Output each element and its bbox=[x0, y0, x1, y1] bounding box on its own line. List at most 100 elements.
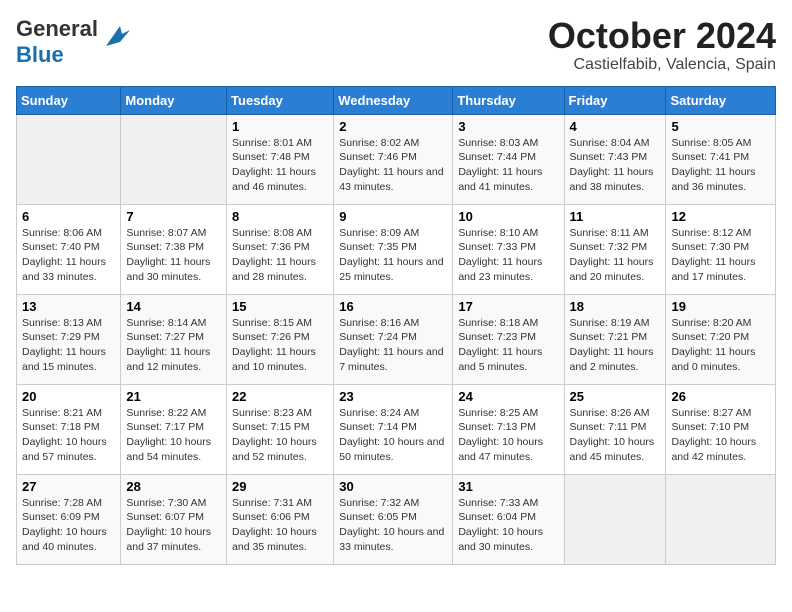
calendar-day-cell: 16Sunrise: 8:16 AM Sunset: 7:24 PM Dayli… bbox=[334, 294, 453, 384]
day-info: Sunrise: 7:33 AM Sunset: 6:04 PM Dayligh… bbox=[458, 496, 558, 555]
day-info: Sunrise: 7:32 AM Sunset: 6:05 PM Dayligh… bbox=[339, 496, 447, 555]
day-info: Sunrise: 8:10 AM Sunset: 7:33 PM Dayligh… bbox=[458, 226, 558, 285]
day-number: 6 bbox=[22, 209, 115, 224]
day-number: 13 bbox=[22, 299, 115, 314]
calendar-day-cell: 18Sunrise: 8:19 AM Sunset: 7:21 PM Dayli… bbox=[564, 294, 666, 384]
day-number: 5 bbox=[671, 119, 770, 134]
calendar-week-row: 1 Sunrise: 8:01 AM Sunset: 7:48 PM Daylig… bbox=[17, 114, 776, 204]
calendar-week-row: 20 Sunrise: 8:21 AM Sunset: 7:18 PM Dayli… bbox=[17, 384, 776, 474]
day-info: Sunrise: 8:09 AM Sunset: 7:35 PM Dayligh… bbox=[339, 226, 447, 285]
day-number: 14 bbox=[126, 299, 221, 314]
day-number: 23 bbox=[339, 389, 447, 404]
day-info: Sunrise: 8:06 AM Sunset: 7:40 PM Dayligh… bbox=[22, 226, 115, 285]
title-block: October 2024 Castielfabib, Valencia, Spa… bbox=[548, 16, 776, 74]
calendar-week-row: 13 Sunrise: 8:13 AM Sunset: 7:29 PM Dayli… bbox=[17, 294, 776, 384]
calendar-day-cell bbox=[666, 474, 776, 564]
calendar-weekday-friday: Friday bbox=[564, 86, 666, 114]
calendar-day-cell: 11 Sunrise: 8:11 AM Sunset: 7:32 PM Dayli… bbox=[564, 204, 666, 294]
day-info: Sunrise: 8:22 AM Sunset: 7:17 PM Dayligh… bbox=[126, 406, 221, 465]
calendar-day-cell: 15Sunrise: 8:15 AM Sunset: 7:26 PM Dayli… bbox=[227, 294, 334, 384]
calendar-day-cell: 9Sunrise: 8:09 AM Sunset: 7:35 PM Daylig… bbox=[334, 204, 453, 294]
day-info: Sunrise: 7:28 AM Sunset: 6:09 PM Dayligh… bbox=[22, 496, 115, 555]
calendar-day-cell: 21Sunrise: 8:22 AM Sunset: 7:17 PM Dayli… bbox=[121, 384, 227, 474]
day-number: 31 bbox=[458, 479, 558, 494]
day-number: 3 bbox=[458, 119, 558, 134]
day-info: Sunrise: 7:30 AM Sunset: 6:07 PM Dayligh… bbox=[126, 496, 221, 555]
calendar-day-cell: 28 Sunrise: 7:30 AM Sunset: 6:07 PM Dayli… bbox=[121, 474, 227, 564]
day-number: 1 bbox=[232, 119, 328, 134]
logo-bird-icon bbox=[100, 22, 130, 52]
calendar-weekday-wednesday: Wednesday bbox=[334, 86, 453, 114]
calendar-weekday-monday: Monday bbox=[121, 86, 227, 114]
day-number: 11 bbox=[570, 209, 661, 224]
calendar-day-cell: 29Sunrise: 7:31 AM Sunset: 6:06 PM Dayli… bbox=[227, 474, 334, 564]
day-number: 16 bbox=[339, 299, 447, 314]
calendar-day-cell: 13 Sunrise: 8:13 AM Sunset: 7:29 PM Dayli… bbox=[17, 294, 121, 384]
calendar-week-row: 27 Sunrise: 7:28 AM Sunset: 6:09 PM Dayli… bbox=[17, 474, 776, 564]
day-info: Sunrise: 8:20 AM Sunset: 7:20 PM Dayligh… bbox=[671, 316, 770, 375]
day-info: Sunrise: 8:12 AM Sunset: 7:30 PM Dayligh… bbox=[671, 226, 770, 285]
calendar-day-cell: 27 Sunrise: 7:28 AM Sunset: 6:09 PM Dayli… bbox=[17, 474, 121, 564]
calendar-day-cell: 5 Sunrise: 8:05 AM Sunset: 7:41 PM Daylig… bbox=[666, 114, 776, 204]
calendar-day-cell: 6 Sunrise: 8:06 AM Sunset: 7:40 PM Daylig… bbox=[17, 204, 121, 294]
calendar-day-cell bbox=[121, 114, 227, 204]
day-info: Sunrise: 8:19 AM Sunset: 7:21 PM Dayligh… bbox=[570, 316, 661, 375]
calendar-day-cell: 19 Sunrise: 8:20 AM Sunset: 7:20 PM Dayli… bbox=[666, 294, 776, 384]
day-info: Sunrise: 8:07 AM Sunset: 7:38 PM Dayligh… bbox=[126, 226, 221, 285]
calendar-weekday-saturday: Saturday bbox=[666, 86, 776, 114]
day-info: Sunrise: 8:13 AM Sunset: 7:29 PM Dayligh… bbox=[22, 316, 115, 375]
day-info: Sunrise: 8:05 AM Sunset: 7:41 PM Dayligh… bbox=[671, 136, 770, 195]
day-number: 7 bbox=[126, 209, 221, 224]
day-number: 22 bbox=[232, 389, 328, 404]
day-number: 20 bbox=[22, 389, 115, 404]
day-info: Sunrise: 8:23 AM Sunset: 7:15 PM Dayligh… bbox=[232, 406, 328, 465]
day-number: 28 bbox=[126, 479, 221, 494]
day-info: Sunrise: 8:26 AM Sunset: 7:11 PM Dayligh… bbox=[570, 406, 661, 465]
day-number: 2 bbox=[339, 119, 447, 134]
calendar-weekday-sunday: Sunday bbox=[17, 86, 121, 114]
page-title: October 2024 bbox=[548, 16, 776, 56]
day-number: 8 bbox=[232, 209, 328, 224]
calendar-day-cell: 20 Sunrise: 8:21 AM Sunset: 7:18 PM Dayli… bbox=[17, 384, 121, 474]
day-number: 10 bbox=[458, 209, 558, 224]
day-number: 27 bbox=[22, 479, 115, 494]
calendar-weekday-tuesday: Tuesday bbox=[227, 86, 334, 114]
calendar-day-cell: 25 Sunrise: 8:26 AM Sunset: 7:11 PM Dayli… bbox=[564, 384, 666, 474]
calendar-day-cell: 31 Sunrise: 7:33 AM Sunset: 6:04 PM Dayli… bbox=[453, 474, 564, 564]
calendar-header: SundayMondayTuesdayWednesdayThursdayFrid… bbox=[17, 86, 776, 114]
day-info: Sunrise: 8:14 AM Sunset: 7:27 PM Dayligh… bbox=[126, 316, 221, 375]
calendar-day-cell: 12 Sunrise: 8:12 AM Sunset: 7:30 PM Dayli… bbox=[666, 204, 776, 294]
calendar-day-cell: 17 Sunrise: 8:18 AM Sunset: 7:23 PM Dayli… bbox=[453, 294, 564, 384]
calendar-body: 1 Sunrise: 8:01 AM Sunset: 7:48 PM Daylig… bbox=[17, 114, 776, 564]
day-number: 30 bbox=[339, 479, 447, 494]
page-subtitle: Castielfabib, Valencia, Spain bbox=[548, 56, 776, 74]
calendar-day-cell: 23 Sunrise: 8:24 AM Sunset: 7:14 PM Dayli… bbox=[334, 384, 453, 474]
logo: General Blue bbox=[16, 16, 130, 68]
calendar-day-cell: 7 Sunrise: 8:07 AM Sunset: 7:38 PM Daylig… bbox=[121, 204, 227, 294]
day-info: Sunrise: 8:25 AM Sunset: 7:13 PM Dayligh… bbox=[458, 406, 558, 465]
day-info: Sunrise: 8:01 AM Sunset: 7:48 PM Dayligh… bbox=[232, 136, 328, 195]
day-number: 4 bbox=[570, 119, 661, 134]
day-number: 12 bbox=[671, 209, 770, 224]
day-number: 19 bbox=[671, 299, 770, 314]
calendar-day-cell: 8 Sunrise: 8:08 AM Sunset: 7:36 PM Daylig… bbox=[227, 204, 334, 294]
day-number: 15 bbox=[232, 299, 328, 314]
day-info: Sunrise: 8:11 AM Sunset: 7:32 PM Dayligh… bbox=[570, 226, 661, 285]
calendar-day-cell: 2 Sunrise: 8:02 AM Sunset: 7:46 PM Daylig… bbox=[334, 114, 453, 204]
day-number: 17 bbox=[458, 299, 558, 314]
calendar-day-cell: 24Sunrise: 8:25 AM Sunset: 7:13 PM Dayli… bbox=[453, 384, 564, 474]
day-info: Sunrise: 8:18 AM Sunset: 7:23 PM Dayligh… bbox=[458, 316, 558, 375]
day-info: Sunrise: 8:21 AM Sunset: 7:18 PM Dayligh… bbox=[22, 406, 115, 465]
day-number: 26 bbox=[671, 389, 770, 404]
calendar-table: SundayMondayTuesdayWednesdayThursdayFrid… bbox=[16, 86, 776, 565]
day-info: Sunrise: 8:03 AM Sunset: 7:44 PM Dayligh… bbox=[458, 136, 558, 195]
calendar-header-row: SundayMondayTuesdayWednesdayThursdayFrid… bbox=[17, 86, 776, 114]
calendar-day-cell: 26Sunrise: 8:27 AM Sunset: 7:10 PM Dayli… bbox=[666, 384, 776, 474]
calendar-day-cell: 4Sunrise: 8:04 AM Sunset: 7:43 PM Daylig… bbox=[564, 114, 666, 204]
day-number: 25 bbox=[570, 389, 661, 404]
day-info: Sunrise: 8:02 AM Sunset: 7:46 PM Dayligh… bbox=[339, 136, 447, 195]
day-info: Sunrise: 8:24 AM Sunset: 7:14 PM Dayligh… bbox=[339, 406, 447, 465]
calendar-week-row: 6 Sunrise: 8:06 AM Sunset: 7:40 PM Daylig… bbox=[17, 204, 776, 294]
calendar-weekday-thursday: Thursday bbox=[453, 86, 564, 114]
day-info: Sunrise: 8:08 AM Sunset: 7:36 PM Dayligh… bbox=[232, 226, 328, 285]
